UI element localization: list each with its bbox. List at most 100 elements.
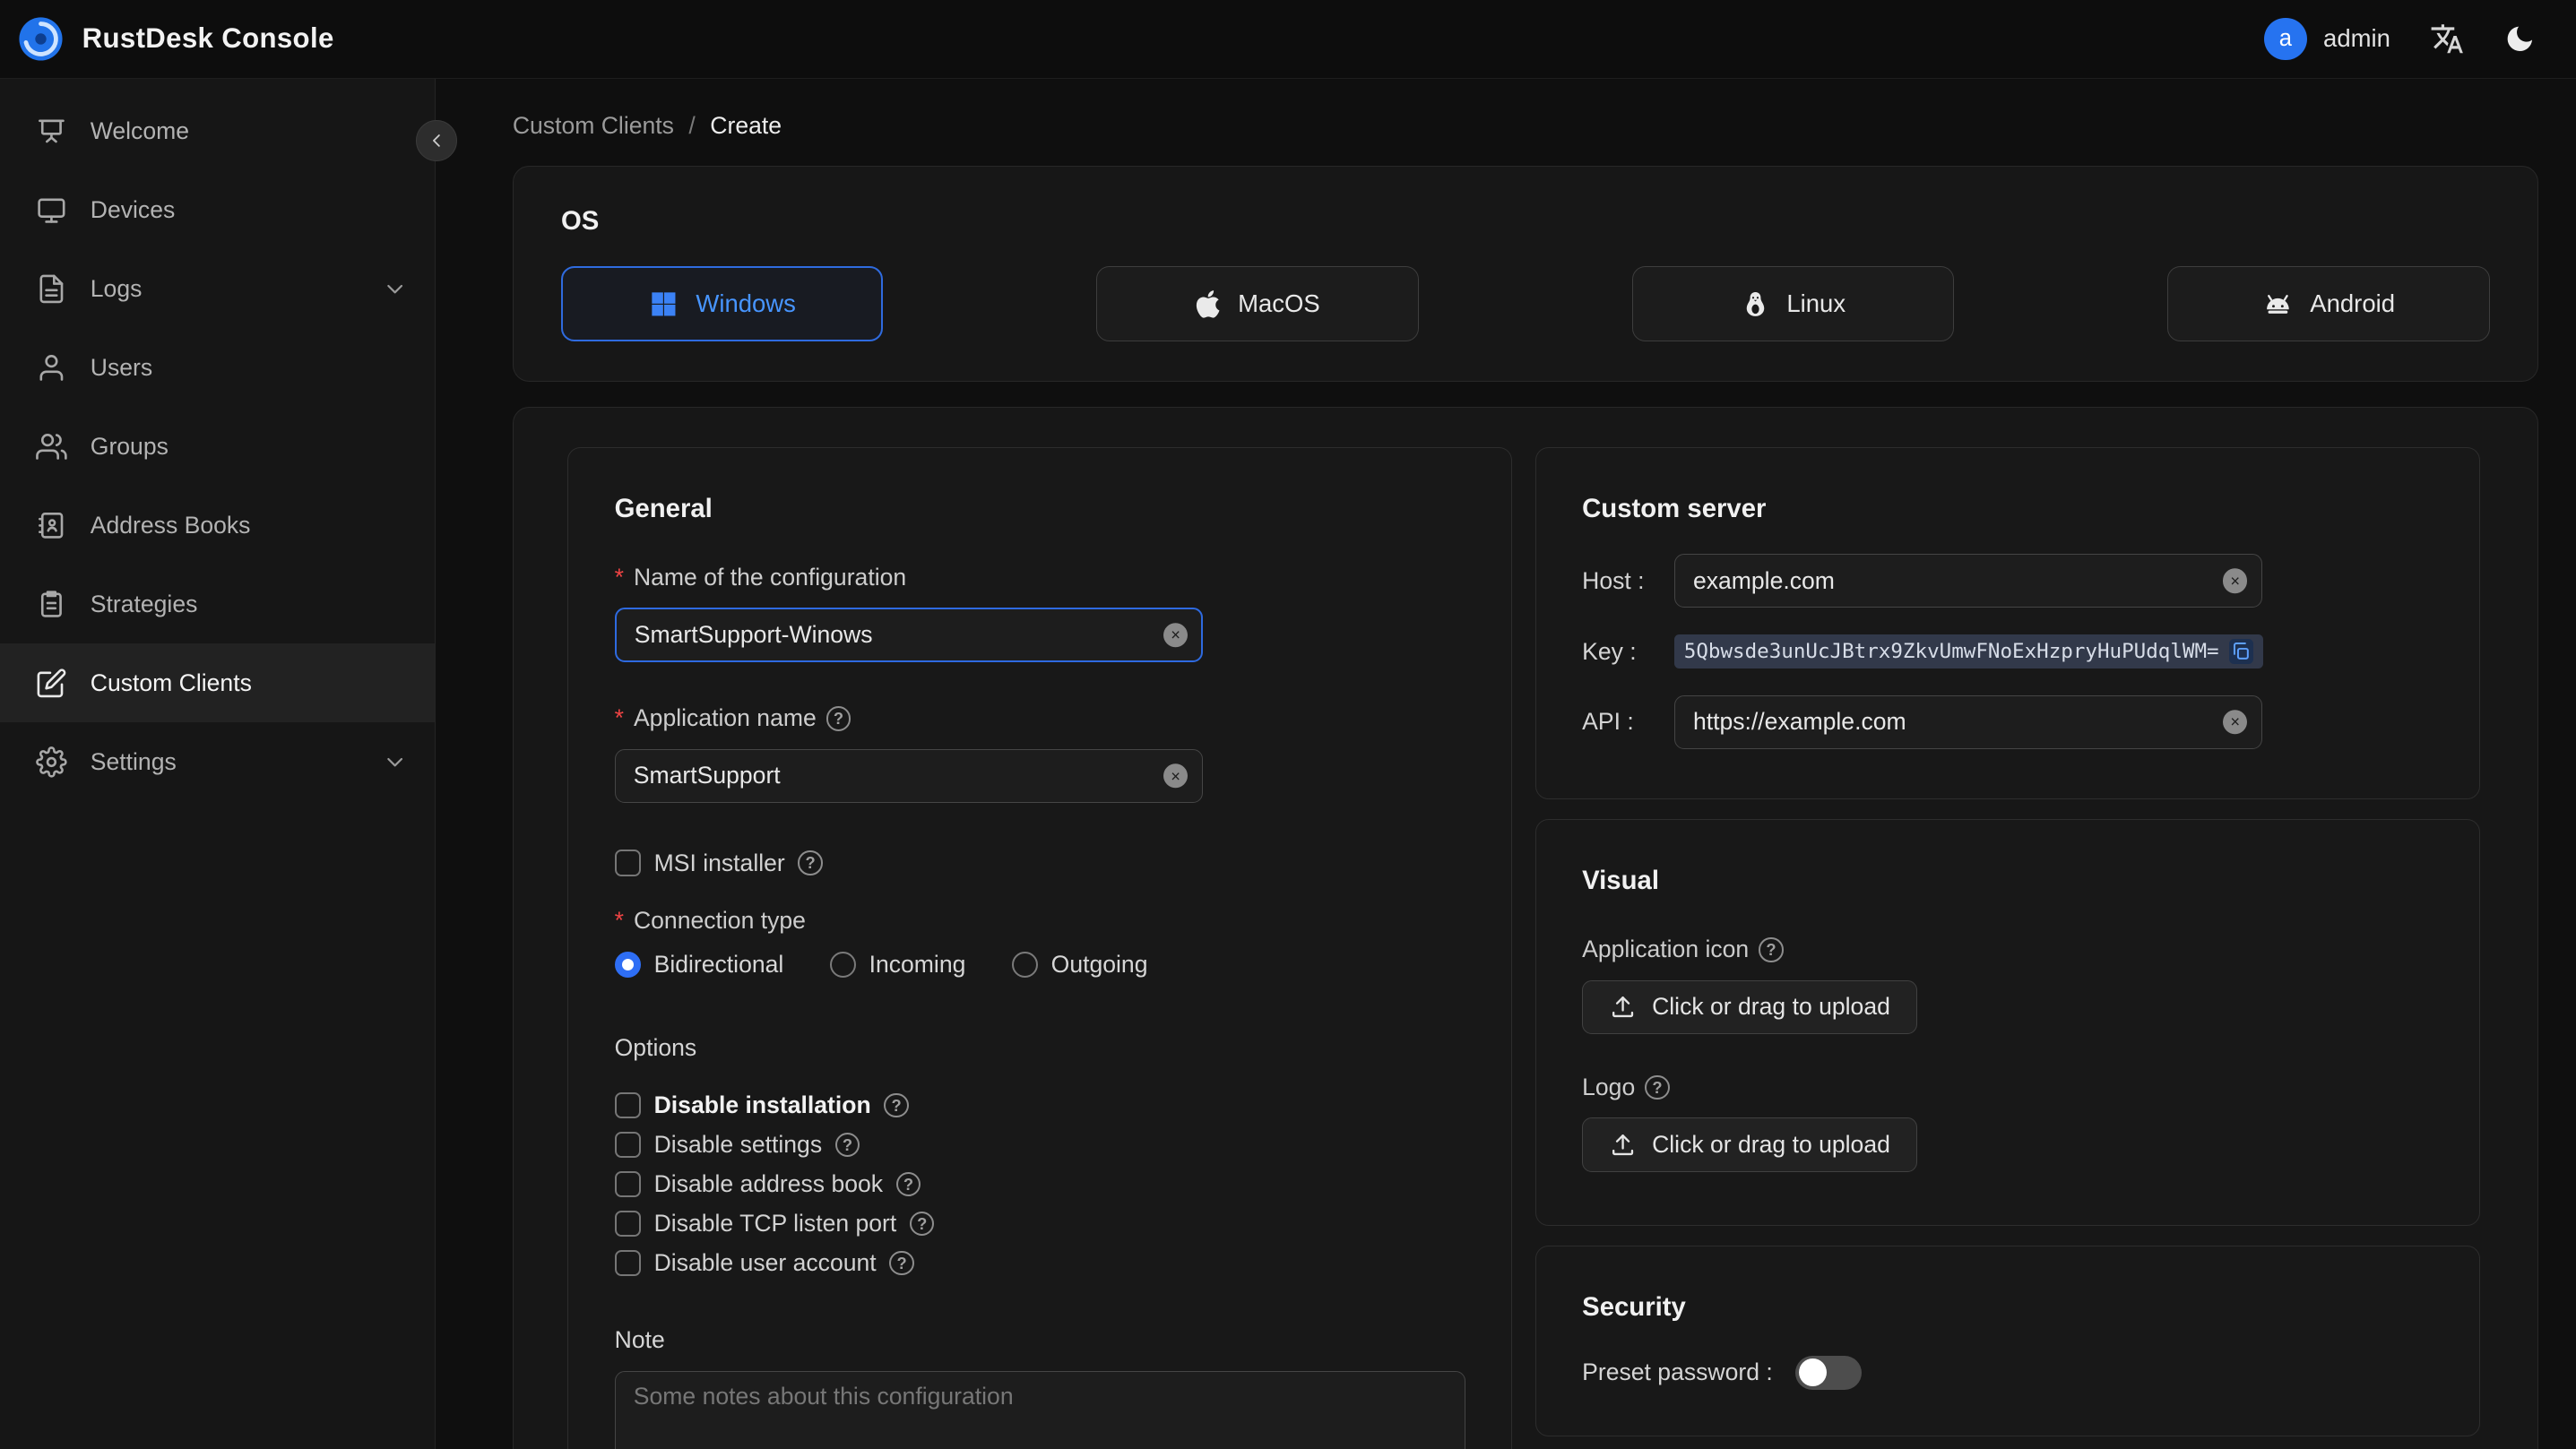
- preset-password-label: Preset password :: [1582, 1358, 1773, 1386]
- preset-password-row: Preset password :: [1582, 1355, 2433, 1390]
- api-input[interactable]: [1673, 694, 2262, 750]
- sidebar-item-welcome[interactable]: Welcome: [0, 92, 435, 171]
- os-button-macos[interactable]: MacOS: [1096, 265, 1419, 342]
- host-label: Host :: [1582, 566, 1645, 594]
- help-icon[interactable]: [1759, 937, 1784, 962]
- connection-type-label: * Connection type: [614, 906, 806, 934]
- sidebar-item-address-books[interactable]: Address Books: [0, 486, 435, 565]
- os-button-label: Linux: [1786, 289, 1846, 318]
- dark-mode-moon-icon[interactable]: [2503, 22, 2537, 56]
- server-key-value: 5Qbwsde3unUcJBtrx9ZkvUmwFNoExHzpryHuPUdq…: [1673, 634, 2264, 669]
- help-icon[interactable]: [884, 1092, 909, 1118]
- os-button-android[interactable]: Android: [2167, 265, 2490, 342]
- host-input[interactable]: [1673, 553, 2262, 608]
- sidebar-item-label: Logs: [90, 275, 143, 303]
- app-name-field-label: * Application name: [615, 704, 1465, 732]
- sidebar-collapse-button[interactable]: [415, 119, 457, 161]
- checkbox[interactable]: [614, 1211, 641, 1238]
- checkbox[interactable]: [614, 1092, 641, 1119]
- application-name-input[interactable]: [614, 748, 1203, 804]
- user-menu[interactable]: a admin: [2264, 17, 2390, 61]
- breadcrumb-parent[interactable]: Custom Clients: [513, 112, 674, 140]
- copy-icon[interactable]: [2228, 639, 2254, 664]
- note-textarea[interactable]: [614, 1370, 1465, 1449]
- sidebar-item-label: Users: [90, 354, 153, 382]
- radio-selected-icon[interactable]: [614, 951, 641, 978]
- user-icon: [36, 352, 67, 384]
- key-row: Key : 5Qbwsde3unUcJBtrx9ZkvUmwFNoExHzpry…: [1582, 625, 2433, 678]
- file-text-icon: [36, 273, 67, 305]
- create-form-card: General * Name of the configuration * Ap…: [512, 406, 2538, 1449]
- application-icon-upload-button[interactable]: Click or drag to upload: [1582, 979, 1918, 1035]
- logo-label: Logo: [1582, 1074, 2433, 1101]
- visual-panel: Visual Application icon Click or drag to…: [1534, 819, 2480, 1226]
- help-icon[interactable]: [895, 1171, 921, 1197]
- os-button-linux[interactable]: Linux: [1631, 265, 1955, 342]
- option-disable-tcp-listen-port: Disable TCP listen port: [614, 1210, 1465, 1238]
- api-row: API :: [1582, 694, 2433, 750]
- edit-icon: [36, 668, 67, 699]
- sidebar-item-label: Custom Clients: [90, 668, 252, 696]
- app-title: RustDesk Console: [82, 22, 334, 55]
- os-card-title: OS: [560, 205, 600, 236]
- os-button-windows[interactable]: Windows: [560, 265, 884, 342]
- configuration-name-input[interactable]: [614, 608, 1203, 662]
- radio-icon[interactable]: [829, 951, 856, 978]
- help-icon[interactable]: [826, 706, 851, 731]
- host-field: [1673, 553, 2262, 608]
- breadcrumb: Custom Clients / Create: [513, 112, 2538, 140]
- upload-icon: [1609, 1131, 1637, 1159]
- radio-incoming[interactable]: Incoming: [829, 951, 965, 979]
- required-asterisk: *: [614, 563, 624, 591]
- help-icon[interactable]: [909, 1211, 935, 1237]
- radio-outgoing[interactable]: Outgoing: [1011, 951, 1147, 979]
- rustdesk-logo-icon: [16, 14, 65, 64]
- topbar: RustDesk Console a admin: [0, 0, 2576, 79]
- connection-type-radio-group: Bidirectional Incoming Outgoing: [614, 951, 1465, 979]
- option-disable-address-book: Disable address book: [614, 1170, 1465, 1198]
- windows-icon: [648, 289, 679, 320]
- sidebar-item-devices[interactable]: Devices: [0, 171, 435, 250]
- preset-password-toggle[interactable]: [1795, 1355, 1862, 1390]
- checkbox[interactable]: [614, 1132, 641, 1159]
- chevron-down-icon[interactable]: [382, 276, 408, 302]
- linux-icon: [1741, 289, 1770, 320]
- avatar-initial: a: [2278, 25, 2293, 51]
- monitor-icon: [36, 194, 67, 226]
- help-icon[interactable]: [798, 850, 823, 875]
- sidebar-item-users[interactable]: Users: [0, 329, 435, 408]
- option-disable-settings: Disable settings: [614, 1131, 1465, 1159]
- msi-installer-label: MSI installer: [653, 849, 785, 876]
- required-asterisk: *: [614, 906, 624, 934]
- sidebar-item-label: Settings: [90, 747, 177, 775]
- security-title: Security: [1582, 1291, 1686, 1322]
- presentation-icon: [36, 116, 67, 147]
- sidebar-item-custom-clients[interactable]: Custom Clients: [0, 643, 435, 723]
- language-icon[interactable]: [2430, 22, 2464, 56]
- upload-icon: [1609, 993, 1637, 1021]
- sidebar-item-groups[interactable]: Groups: [0, 408, 435, 487]
- api-field: [1673, 694, 2262, 750]
- chevron-down-icon[interactable]: [382, 749, 408, 775]
- sidebar-item-strategies[interactable]: Strategies: [0, 565, 435, 643]
- clipboard-icon: [36, 589, 67, 620]
- help-icon[interactable]: [889, 1250, 914, 1276]
- radio-icon[interactable]: [1011, 951, 1038, 978]
- msi-installer-checkbox[interactable]: [614, 850, 641, 876]
- name-field-label: * Name of the configuration: [614, 563, 907, 591]
- sidebar-item-settings[interactable]: Settings: [0, 722, 435, 801]
- avatar[interactable]: a: [2264, 17, 2307, 61]
- note-label: Note: [614, 1326, 665, 1354]
- radio-bidirectional[interactable]: Bidirectional: [614, 951, 783, 979]
- name-field: [614, 608, 1203, 662]
- checkbox[interactable]: [614, 1250, 641, 1277]
- logo-upload-button[interactable]: Click or drag to upload: [1582, 1117, 1918, 1172]
- general-panel: General * Name of the configuration * Ap…: [567, 446, 1513, 1449]
- security-panel: Security Preset password :: [1534, 1245, 2480, 1437]
- help-icon[interactable]: [1645, 1074, 1670, 1100]
- checkbox[interactable]: [614, 1171, 641, 1198]
- sidebar-item-label: Welcome: [90, 117, 189, 145]
- sidebar-item-label: Strategies: [90, 590, 198, 617]
- help-icon[interactable]: [834, 1132, 860, 1158]
- sidebar-item-logs[interactable]: Logs: [0, 250, 435, 329]
